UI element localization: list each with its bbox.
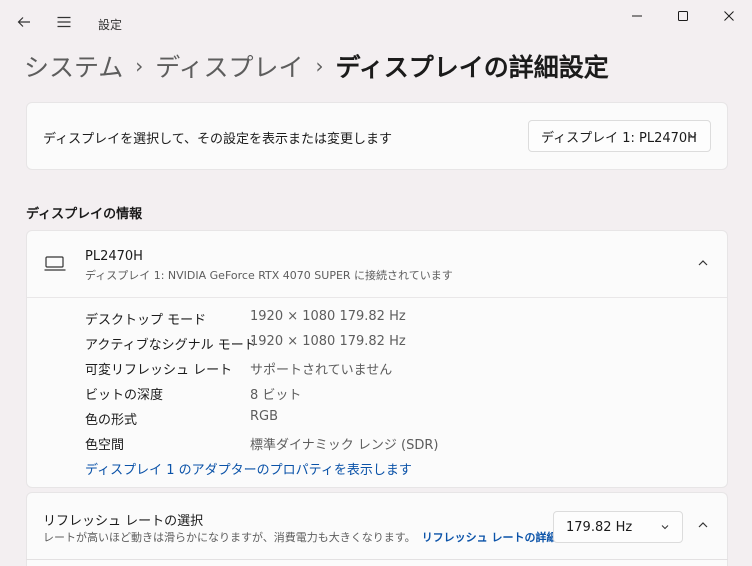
display-select-label: ディスプレイを選択して、その設定を表示または変更します <box>43 132 393 147</box>
chevron-up-icon[interactable] <box>697 257 709 269</box>
refresh-rate-value: 179.82 Hz <box>566 519 633 535</box>
divider <box>26 559 728 560</box>
monitor-name: PL2470H <box>85 249 143 264</box>
chevron-right-icon: › <box>315 54 324 78</box>
info-row-value: サポートされていません <box>250 363 393 378</box>
info-row: デスクトップ モード 1920 × 1080 179.82 Hz <box>85 309 705 329</box>
info-row-key: 色の形式 <box>85 413 138 428</box>
page-title: ディスプレイの詳細設定 <box>335 53 609 82</box>
info-row-value: 1920 × 1080 179.82 Hz <box>250 334 406 349</box>
monitor-icon <box>44 256 66 271</box>
chevron-down-icon <box>689 134 697 139</box>
refresh-rate-card: リフレッシュ レートの選択 レートが高いほど動きは滑らかになりますが、消費電力も… <box>26 492 728 566</box>
monitor-connection: ディスプレイ 1: NVIDIA GeForce RTX 4070 SUPER … <box>85 269 453 282</box>
section-title-display-info: ディスプレイの情報 <box>26 207 143 222</box>
info-row-value: 標準ダイナミック レンジ (SDR) <box>250 438 439 453</box>
info-row: ビットの深度 8 ビット <box>85 384 705 404</box>
breadcrumb-item-display[interactable]: ディスプレイ <box>155 48 303 84</box>
minimize-icon <box>632 15 642 17</box>
hamburger-menu-icon <box>57 16 71 28</box>
info-row-key: 色空間 <box>85 438 125 453</box>
info-row-value: RGB <box>250 409 279 424</box>
navigation-menu-button[interactable] <box>50 8 78 36</box>
app-title: 設定 <box>98 18 123 32</box>
refresh-rate-title: リフレッシュ レートの選択 <box>43 514 204 529</box>
title-bar: 設定 <box>0 0 752 46</box>
chevron-right-icon: › <box>135 54 144 78</box>
chevron-up-icon[interactable] <box>697 519 709 531</box>
close-button[interactable] <box>706 0 752 32</box>
display-dropdown[interactable]: ディスプレイ 1: PL2470H <box>528 120 711 152</box>
info-row-key: 可変リフレッシュ レート <box>85 363 233 378</box>
back-button[interactable] <box>10 8 38 36</box>
refresh-rate-description: レートが高いほど動きは滑らかになりますが、消費電力も大きくなります。 リフレッシュ… <box>43 529 558 545</box>
chevron-down-icon <box>661 525 669 530</box>
info-row-value: 1920 × 1080 179.82 Hz <box>250 309 406 324</box>
info-row-value: 8 ビット <box>250 388 302 403</box>
info-row-key: アクティブなシグナル モード <box>85 338 257 353</box>
display-select-card: ディスプレイを選択して、その設定を表示または変更します ディスプレイ 1: PL… <box>26 102 728 170</box>
close-icon <box>724 11 734 21</box>
maximize-icon <box>678 11 688 21</box>
info-row: アクティブなシグナル モード 1920 × 1080 179.82 Hz <box>85 334 705 354</box>
refresh-rate-dropdown[interactable]: 179.82 Hz <box>553 511 683 543</box>
breadcrumb-item-system[interactable]: システム <box>24 48 123 84</box>
info-row: 可変リフレッシュ レート サポートされていません <box>85 359 705 379</box>
refresh-rate-details-link[interactable]: リフレッシュ レートの詳細 <box>422 531 558 544</box>
minimize-button[interactable] <box>614 0 660 32</box>
adapter-properties-link[interactable]: ディスプレイ 1 のアダプターのプロパティを表示します <box>85 459 412 478</box>
info-row-key: ビットの深度 <box>85 388 164 403</box>
display-dropdown-value: ディスプレイ 1: PL2470H <box>541 130 697 146</box>
display-info-card: PL2470H ディスプレイ 1: NVIDIA GeForce RTX 407… <box>26 230 728 488</box>
info-row-key: デスクトップ モード <box>85 313 207 328</box>
info-row: 色空間 標準ダイナミック レンジ (SDR) <box>85 434 705 454</box>
refresh-rate-subtitle: レートが高いほど動きは滑らかになりますが、消費電力も大きくなります。 <box>43 531 416 544</box>
back-arrow-icon <box>17 17 30 27</box>
info-row: 色の形式 RGB <box>85 409 705 429</box>
breadcrumb: システム › ディスプレイ › ディスプレイの詳細設定 <box>24 46 609 86</box>
display-info-header[interactable]: PL2470H ディスプレイ 1: NVIDIA GeForce RTX 407… <box>27 231 727 298</box>
maximize-button[interactable] <box>660 0 706 32</box>
